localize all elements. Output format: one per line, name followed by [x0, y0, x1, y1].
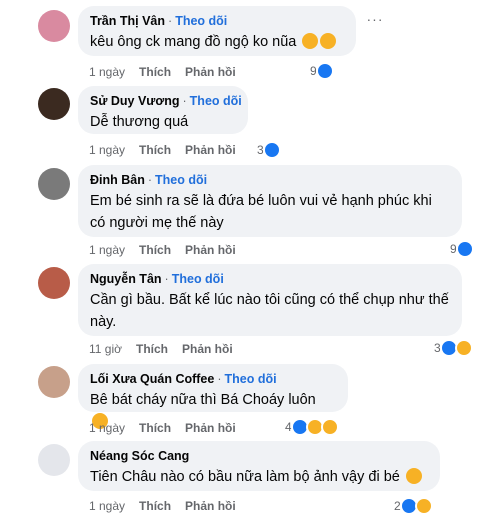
comment-text: Dễ thương quá — [90, 114, 189, 130]
laughing-emoji-icon — [302, 33, 319, 49]
follow-link[interactable]: Theo dõi — [155, 173, 207, 187]
follow-link[interactable]: Theo dõi — [225, 372, 277, 386]
comment-bubble: Trần Thị Vân · Theo dõi kêu ông ck mang đồ… — [78, 6, 356, 56]
follow-link[interactable]: Theo dõi — [172, 272, 224, 286]
comment-text: Cần gì bầu. Bất kể lúc nào tôi cũng có t… — [90, 292, 449, 330]
wow-icon — [320, 418, 339, 436]
comment-time[interactable]: 1 ngày — [89, 143, 125, 157]
reply-button[interactable]: Phản hồi — [185, 499, 236, 513]
like-icon — [455, 240, 474, 258]
separator-dot: · — [164, 272, 169, 286]
haha-icon — [454, 339, 473, 357]
haha-icon — [414, 497, 433, 515]
avatar[interactable] — [38, 10, 70, 42]
avatar[interactable] — [38, 267, 70, 299]
avatar[interactable] — [38, 88, 70, 120]
comment-bubble: Đinh Bân · Theo dõi Em bé sinh ra sẽ là đứ… — [78, 165, 462, 237]
follow-link[interactable]: Theo dõi — [190, 94, 242, 108]
like-button[interactable]: Thích — [139, 421, 171, 435]
reaction-summary[interactable]: 9 — [446, 239, 476, 259]
comment-time[interactable]: 1 ngày — [89, 65, 125, 79]
comment-time[interactable]: 1 ngày — [89, 499, 125, 513]
reply-button[interactable]: Phản hồi — [185, 143, 236, 157]
comment-actions: 1 ngày Thích Phản hồi — [89, 499, 250, 513]
avatar[interactable] — [38, 366, 70, 398]
comment-time[interactable]: 1 ngày — [89, 421, 125, 435]
separator-dot: · — [217, 372, 222, 386]
like-button[interactable]: Thích — [139, 65, 171, 79]
reaction-summary[interactable]: 2 — [390, 496, 435, 516]
commenter-name[interactable]: Nguyễn Tân — [90, 272, 162, 286]
comment-text: Em bé sinh ra sẽ là đứa bé luôn vui vẻ h… — [90, 193, 432, 231]
like-icon — [315, 62, 334, 80]
like-button[interactable]: Thích — [139, 499, 171, 513]
comment-actions: 1 ngày Thích Phản hồi — [89, 143, 250, 157]
separator-dot: · — [147, 173, 153, 187]
comment-text-body: Bê bát cháy nữa thì Bá Choáy luôn — [90, 392, 316, 408]
comment-time[interactable]: 1 ngày — [89, 243, 125, 257]
comment-actions: 11 giờ Thích Phản hồi — [89, 342, 247, 356]
separator-dot: · — [182, 94, 187, 108]
like-icon — [262, 141, 281, 159]
laughing-emoji-icon — [320, 33, 337, 49]
like-button[interactable]: Thích — [139, 143, 171, 157]
reply-button[interactable]: Phản hồi — [185, 65, 236, 79]
comment-actions: 1 ngày Thích Phản hồi — [89, 65, 250, 79]
more-horizontal-icon[interactable]: ··· — [366, 12, 384, 32]
comment-bubble: Sử Duy Vương · Theo dõi Dễ thương quá — [78, 86, 248, 134]
comment-bubble: Néang Sóc Cang Tiên Châu nào có bầu nữa … — [78, 441, 440, 491]
comment-text-body: kêu ông ck mang đồ ngộ ko nũa — [90, 34, 297, 50]
commenter-name[interactable]: Đinh Bân — [90, 173, 145, 187]
commenter-name[interactable]: Lối Xưa Quán Coffee — [90, 372, 214, 386]
commenter-name[interactable]: Néang Sóc Cang — [90, 449, 189, 463]
separator-dot: · — [168, 14, 173, 28]
reaction-summary[interactable]: 3 — [253, 140, 283, 160]
reaction-summary[interactable]: 4 — [281, 417, 341, 437]
follow-link[interactable]: Theo dõi — [175, 14, 227, 28]
avatar[interactable] — [38, 168, 70, 200]
reaction-summary[interactable]: 9 — [306, 61, 336, 81]
reply-button[interactable]: Phản hồi — [185, 243, 236, 257]
reaction-summary[interactable]: 3 — [430, 338, 475, 358]
comment-actions: 1 ngày Thích Phản hồi — [89, 243, 250, 257]
rofl-emoji-icon — [405, 468, 422, 484]
like-button[interactable]: Thích — [136, 342, 168, 356]
comment-text-body: Tiên Châu nào có bầu nữa làm bộ ảnh vậy … — [90, 469, 400, 485]
reply-button[interactable]: Phản hồi — [185, 421, 236, 435]
avatar[interactable] — [38, 444, 70, 476]
like-button[interactable]: Thích — [139, 243, 171, 257]
comment-actions: 1 ngày Thích Phản hồi — [89, 421, 250, 435]
comment-text: Tiên Châu nào có bầu nữa làm bộ ảnh vậy … — [90, 466, 428, 488]
commenter-name[interactable]: Sử Duy Vương — [90, 94, 180, 108]
reply-button[interactable]: Phản hồi — [182, 342, 233, 356]
commenter-name[interactable]: Trần Thị Vân — [90, 14, 165, 28]
comment-time[interactable]: 11 giờ — [89, 342, 122, 356]
comment-bubble: Nguyễn Tân · Theo dõi Cần gì bầu. Bất kể l… — [78, 264, 462, 336]
comment-text: kêu ông ck mang đồ ngộ ko nũa — [90, 31, 344, 53]
comment-bubble: Lối Xưa Quán Coffee · Theo dõi Bê bát cháy… — [78, 364, 348, 429]
